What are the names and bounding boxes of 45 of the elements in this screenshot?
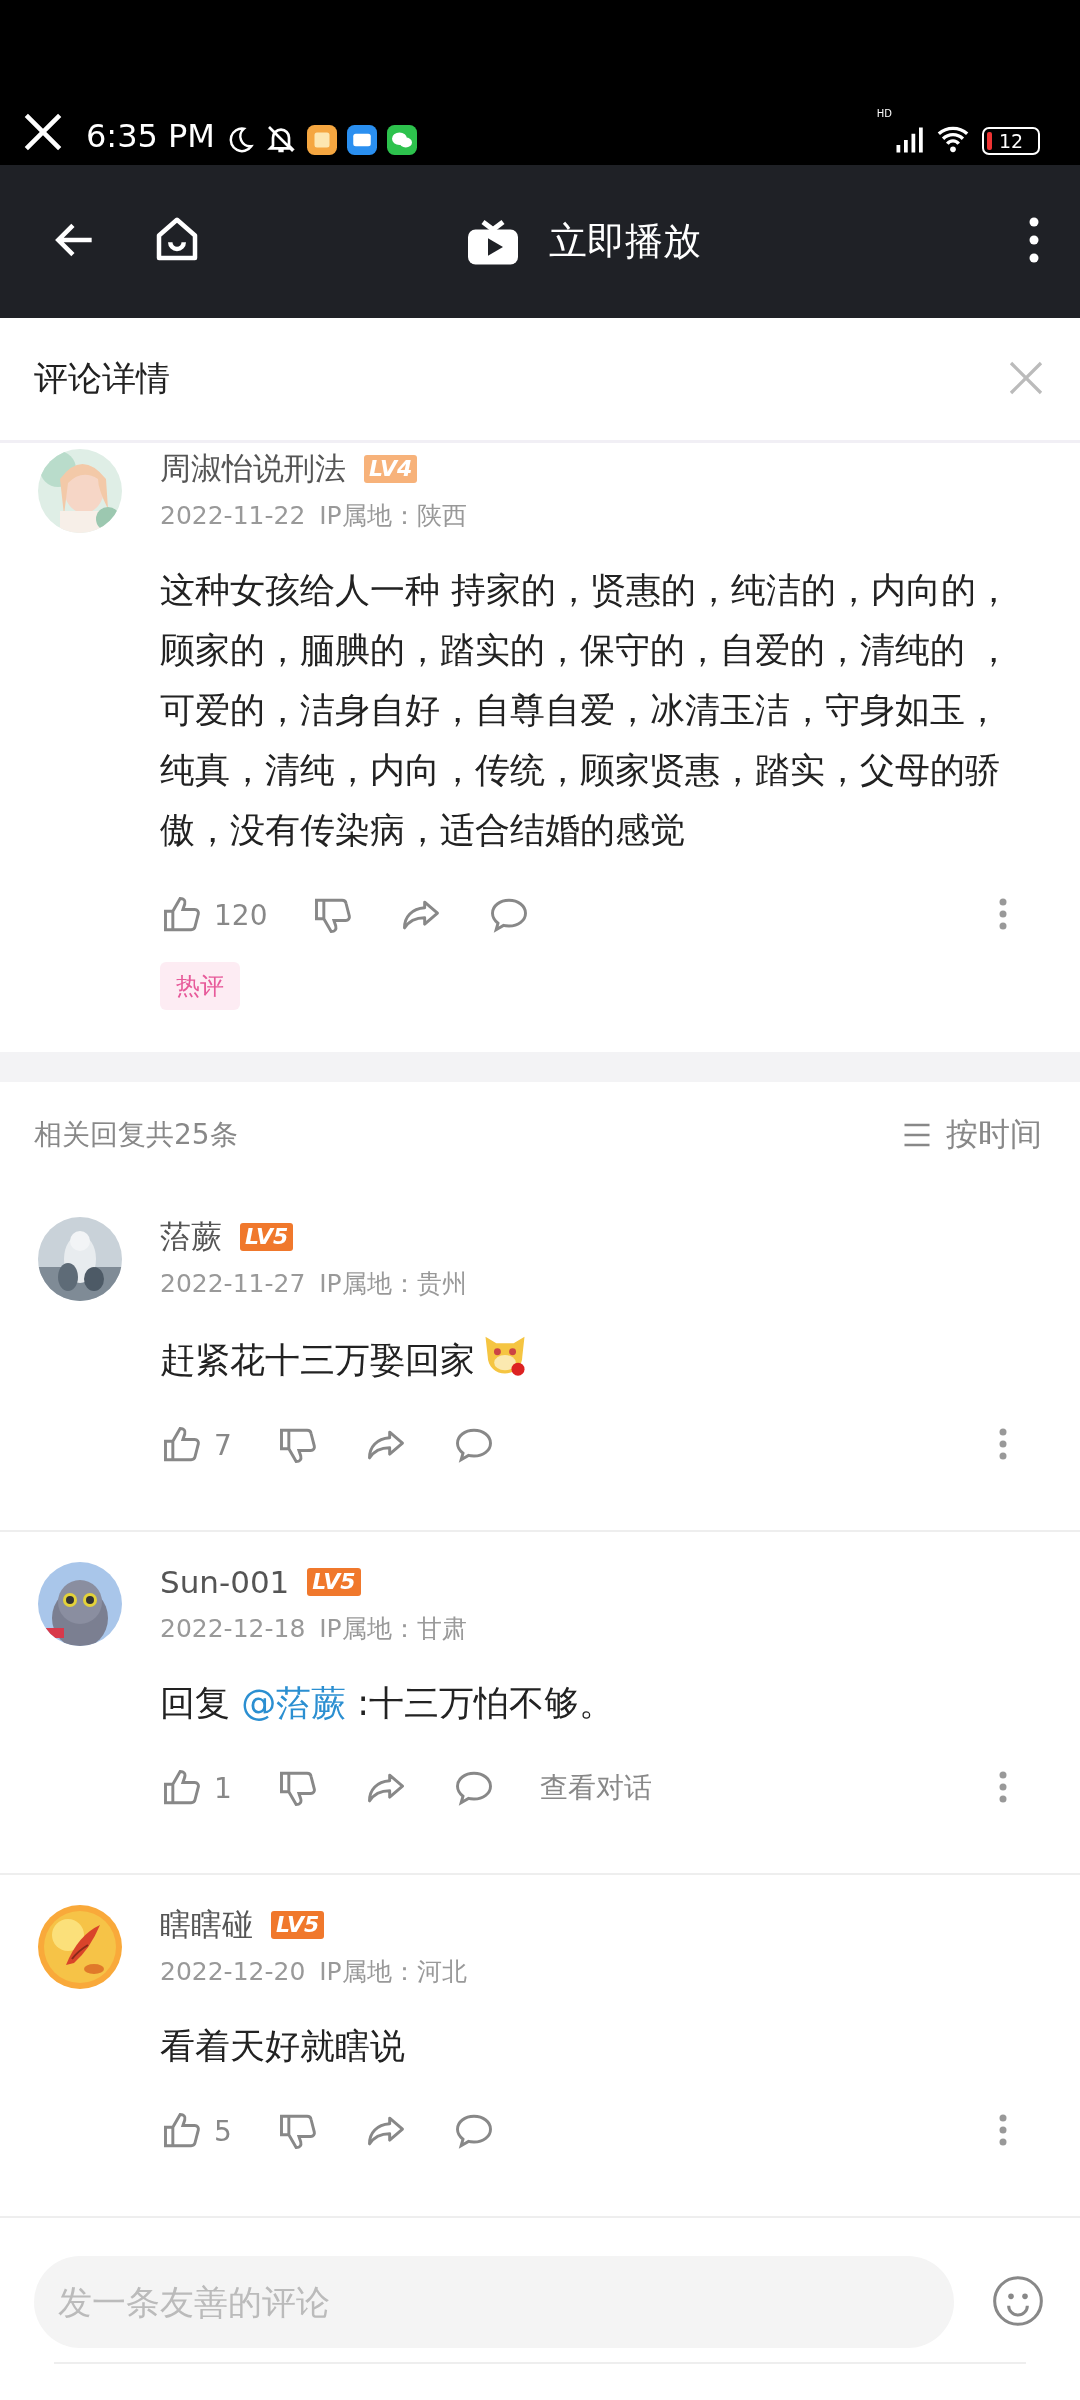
kebab-menu-icon	[1028, 216, 1040, 264]
like-count: 120	[214, 898, 268, 932]
level-badge: LV4	[364, 455, 418, 483]
level-badge: LV5	[240, 1223, 294, 1251]
comment-meta: 2022-12-20 IP属地：河北	[160, 1956, 468, 1988]
username[interactable]: 瞎瞎碰	[160, 1904, 253, 1946]
status-time: 6:35 PM	[86, 117, 215, 155]
battery-indicator: 12	[982, 127, 1040, 155]
username[interactable]: Sun-001	[160, 1564, 290, 1600]
chat-app-icon	[386, 125, 417, 155]
reply-text: 回复 @菭蕨 :十三万怕不够。	[160, 1682, 616, 1725]
like-count: 1	[214, 1771, 232, 1805]
hd-label: HD	[876, 108, 892, 119]
username[interactable]: 周淑怡说刑法	[160, 448, 346, 490]
like-button[interactable]: 120	[160, 893, 268, 937]
reply-text: 看着天好就瞎说	[160, 2025, 406, 2068]
mention-link[interactable]: @菭蕨	[241, 1683, 347, 1723]
sheet-title: 评论详情	[34, 357, 170, 400]
kebab-menu-icon	[998, 1769, 1008, 1804]
muted-bell-icon	[264, 123, 297, 155]
kebab-menu-icon	[998, 1426, 1008, 1461]
signal-icon	[894, 125, 924, 155]
like-button[interactable]: 1	[160, 1766, 232, 1810]
comment-meta: 2022-11-27 IP属地：贵州	[160, 1268, 468, 1300]
play-now-title[interactable]: 立即播放	[549, 216, 701, 267]
reply-text: 赶紧花十三万娶回家	[160, 1328, 1046, 1390]
reply-count: 相关回复共25条	[34, 1116, 238, 1153]
username[interactable]: 菭蕨	[160, 1216, 222, 1258]
view-conversation-link[interactable]: 查看对话	[539, 1769, 652, 1807]
notification-app-icon	[346, 125, 377, 155]
kebab-menu-icon	[998, 896, 1008, 931]
like-button[interactable]: 5	[160, 2109, 232, 2153]
comment-text: 这种女孩给人一种 持家的，贤惠的，纯洁的，内向的，顾家的，腼腆的，踏实的，保守的，自爱的，清纯的 ，可爱的，洁身自好，自尊自爱，冰清玉洁，守身如玉，纯真，清纯，内向，传统，顾家贤惠，踏实，父母的骄傲，没有传染病，适合结婚的感觉	[160, 569, 1013, 852]
comment-meta: 2022-12-18 IP属地：甘肃	[160, 1613, 468, 1645]
app-icon	[306, 125, 337, 155]
like-button[interactable]: 7	[160, 1423, 232, 1467]
like-count: 5	[214, 2114, 232, 2148]
comment-meta: 2022-11-22 IP属地：陕西	[160, 500, 468, 532]
comment-input-field[interactable]: 发一条友善的评论	[34, 2256, 954, 2348]
hot-comment-tag: 热评	[160, 962, 240, 1010]
like-count: 7	[214, 1428, 232, 1462]
kebab-menu-icon	[998, 2112, 1008, 2147]
sort-button[interactable]: 按时间	[900, 1112, 1042, 1157]
level-badge: LV5	[307, 1568, 361, 1596]
level-badge: LV5	[271, 1911, 325, 1939]
